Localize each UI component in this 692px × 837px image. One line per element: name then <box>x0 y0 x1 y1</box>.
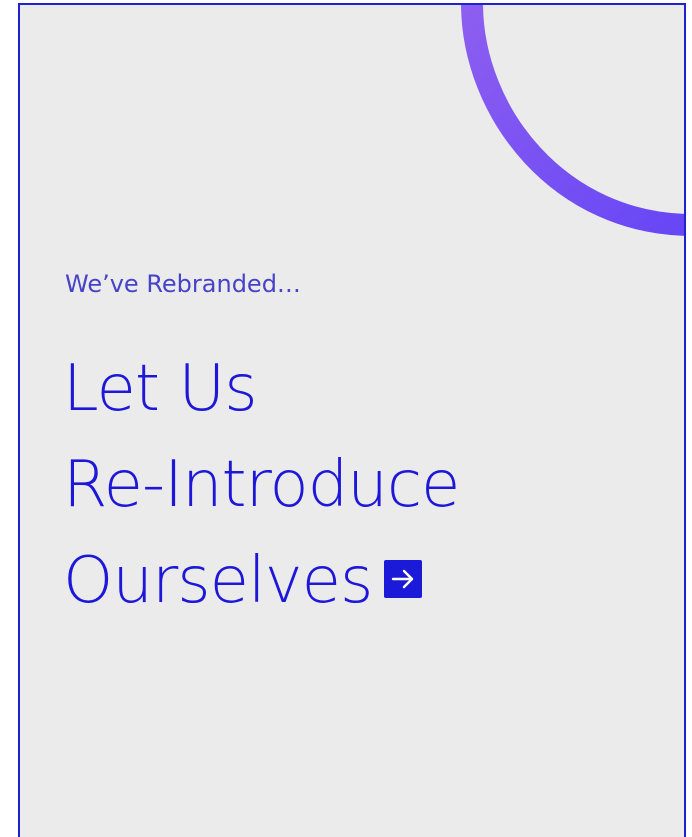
headline-line-3-text: Ourselves <box>63 544 373 618</box>
arrow-right-icon <box>392 569 414 589</box>
promo-headline: Let Us Re-Introduce Ourselves <box>63 341 460 629</box>
headline-line-2: Re-Introduce <box>63 448 460 522</box>
rebrand-promo-card: We’ve Rebranded… Let Us Re-Introduce Our… <box>18 3 686 837</box>
rebrand-eyebrow-text: We’ve Rebranded… <box>65 270 301 298</box>
decorative-arc-icon <box>461 5 684 236</box>
headline-line-1: Let Us <box>63 352 258 426</box>
page: We’ve Rebranded… Let Us Re-Introduce Our… <box>0 0 692 837</box>
headline-line-3: Ourselves <box>63 533 459 629</box>
learn-more-arrow-button[interactable] <box>384 560 423 598</box>
